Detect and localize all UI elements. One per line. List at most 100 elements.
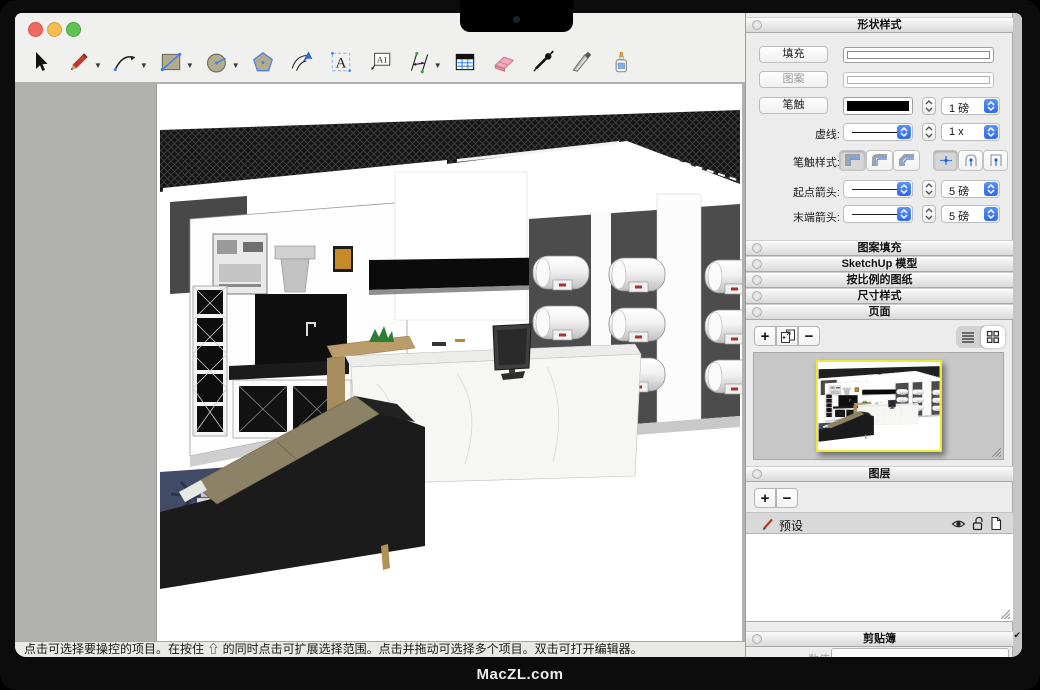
offset-tool-button[interactable] bbox=[287, 47, 317, 77]
add-page-button[interactable]: + bbox=[754, 326, 776, 346]
collapse-toggle-icon[interactable] bbox=[752, 259, 762, 269]
pencil-icon bbox=[66, 49, 92, 75]
popup-arrows-icon[interactable] bbox=[897, 125, 911, 139]
dash-scale-select[interactable]: 1 x bbox=[941, 123, 1000, 141]
start-arrow-select[interactable] bbox=[843, 180, 913, 198]
rectangle-tool-button[interactable] bbox=[156, 47, 186, 77]
chevron-down-icon[interactable]: ▼ bbox=[140, 61, 148, 70]
dashes-select[interactable] bbox=[843, 123, 913, 141]
grid-view-button[interactable] bbox=[981, 326, 1006, 348]
svg-text:A1: A1 bbox=[377, 55, 388, 65]
collapse-toggle-icon[interactable] bbox=[752, 307, 762, 317]
status-text: 点击可选择要操控的项目。在按住 ⇧ 的同时点击可扩展选择范围。点击并拖动可选择多… bbox=[24, 642, 643, 656]
curved-arrow-icon bbox=[289, 49, 315, 75]
drawing-canvas[interactable] bbox=[15, 82, 745, 641]
remove-page-button[interactable]: − bbox=[798, 326, 820, 346]
remove-layer-button[interactable]: − bbox=[776, 488, 798, 508]
section-header-scrapbooks[interactable]: 剪贴簿 bbox=[746, 631, 1013, 647]
collapse-toggle-icon[interactable] bbox=[752, 634, 762, 644]
unlock-icon[interactable] bbox=[972, 516, 984, 531]
list-view-button[interactable] bbox=[956, 326, 981, 348]
popup-arrows-icon[interactable] bbox=[984, 99, 998, 113]
visibility-eye-icon[interactable] bbox=[951, 518, 966, 530]
stroke-width-select[interactable]: 1 磅 bbox=[941, 97, 1000, 115]
chevron-down-icon[interactable]: ▼ bbox=[94, 61, 102, 70]
value-input[interactable] bbox=[831, 648, 1009, 657]
stroke-width-stepper[interactable] bbox=[922, 97, 936, 115]
collapse-toggle-icon[interactable] bbox=[752, 275, 762, 285]
model-render bbox=[157, 84, 742, 641]
start-arrow-size-select[interactable]: 5 磅 bbox=[941, 180, 1000, 198]
document-page[interactable] bbox=[157, 84, 742, 641]
duplicate-page-button[interactable] bbox=[776, 326, 798, 346]
chevron-down-icon[interactable]: ▼ bbox=[434, 61, 442, 70]
cap-butt-button[interactable] bbox=[933, 150, 958, 171]
style-tool-button[interactable] bbox=[528, 47, 558, 77]
page-thumbnail-selected[interactable] bbox=[816, 360, 942, 452]
circle-tool-button[interactable] bbox=[202, 47, 232, 77]
join-tool-button[interactable] bbox=[606, 47, 636, 77]
dimension-tool-button[interactable] bbox=[404, 47, 434, 77]
end-arrow-size-select[interactable]: 5 磅 bbox=[941, 205, 1000, 223]
panel-scrollbar[interactable] bbox=[1012, 13, 1022, 657]
start-arrow-stepper[interactable] bbox=[922, 180, 936, 198]
collapse-toggle-icon[interactable] bbox=[752, 243, 762, 253]
circle-icon bbox=[204, 49, 230, 75]
layer-list[interactable] bbox=[746, 534, 1013, 622]
page-thumbnails-area[interactable] bbox=[753, 352, 1004, 460]
section-header-shape-style[interactable]: 形状样式 bbox=[746, 17, 1013, 33]
page-doc-icon[interactable] bbox=[990, 516, 1002, 531]
close-button[interactable] bbox=[28, 22, 43, 37]
section-header-layers[interactable]: 图层 bbox=[746, 466, 1013, 482]
popup-arrows-icon[interactable] bbox=[984, 125, 998, 139]
stroke-button[interactable]: 笔触 bbox=[759, 97, 828, 114]
resize-handle-icon[interactable] bbox=[992, 448, 1001, 457]
pattern-well[interactable] bbox=[843, 72, 994, 88]
pattern-button[interactable]: 图案 bbox=[759, 71, 828, 88]
eraser-tool-button[interactable] bbox=[489, 47, 519, 77]
layer-name: 预设 bbox=[779, 517, 803, 534]
end-arrow-select[interactable] bbox=[843, 205, 913, 223]
stroke-color-well[interactable] bbox=[843, 97, 913, 115]
resize-handle-icon[interactable] bbox=[1001, 610, 1010, 619]
split-tool-button[interactable] bbox=[567, 47, 597, 77]
section-header-sketchup-model[interactable]: SketchUp 模型 bbox=[746, 256, 1013, 272]
join-bevel-button[interactable] bbox=[893, 150, 920, 171]
fill-button[interactable]: 填充 bbox=[759, 46, 828, 63]
cap-round-button[interactable] bbox=[958, 150, 983, 171]
label-tool-button[interactable]: A1 bbox=[365, 47, 395, 77]
minimize-button[interactable] bbox=[47, 22, 62, 37]
grid-view-icon bbox=[986, 330, 1000, 344]
section-header-dimension-style[interactable]: 尺寸样式 bbox=[746, 288, 1013, 304]
list-view-icon bbox=[961, 331, 975, 343]
end-arrow-stepper[interactable] bbox=[922, 205, 936, 223]
select-tool-button[interactable] bbox=[25, 47, 55, 77]
chevron-down-icon[interactable]: ▼ bbox=[186, 61, 194, 70]
zoom-button[interactable] bbox=[66, 22, 81, 37]
popup-arrows-icon[interactable] bbox=[984, 207, 998, 221]
cap-square-button[interactable] bbox=[983, 150, 1008, 171]
popup-arrows-icon[interactable] bbox=[984, 182, 998, 196]
popup-arrows-icon[interactable] bbox=[897, 182, 911, 196]
collapse-toggle-icon[interactable] bbox=[752, 20, 762, 30]
section-header-pages[interactable]: 页面 bbox=[746, 304, 1013, 320]
fill-color-well[interactable] bbox=[843, 47, 994, 63]
arrow-preview bbox=[852, 189, 900, 190]
chevron-down-icon[interactable]: ▼ bbox=[232, 61, 240, 70]
section-header-pattern-fill[interactable]: 图案填充 bbox=[746, 240, 1013, 256]
join-round-button[interactable] bbox=[866, 150, 893, 171]
layer-row[interactable]: 预设 bbox=[746, 512, 1013, 534]
polygon-tool-button[interactable] bbox=[248, 47, 278, 77]
collapse-toggle-icon[interactable] bbox=[752, 469, 762, 479]
popup-arrows-icon[interactable] bbox=[897, 207, 911, 221]
collapse-toggle-icon[interactable] bbox=[752, 291, 762, 301]
dash-scale-stepper[interactable] bbox=[922, 123, 936, 141]
section-header-scaled-drawing[interactable]: 按比例的图纸 bbox=[746, 272, 1013, 288]
line-tool-button[interactable] bbox=[64, 47, 94, 77]
table-tool-button[interactable] bbox=[450, 47, 480, 77]
join-miter-button[interactable] bbox=[839, 150, 866, 171]
add-layer-button[interactable]: + bbox=[754, 488, 776, 508]
arc-tool-button[interactable] bbox=[110, 47, 140, 77]
text-tool-button[interactable]: A bbox=[326, 47, 356, 77]
inspector-panel: 形状样式 填充 图案 笔触 1 磅 虚线: bbox=[745, 13, 1022, 657]
